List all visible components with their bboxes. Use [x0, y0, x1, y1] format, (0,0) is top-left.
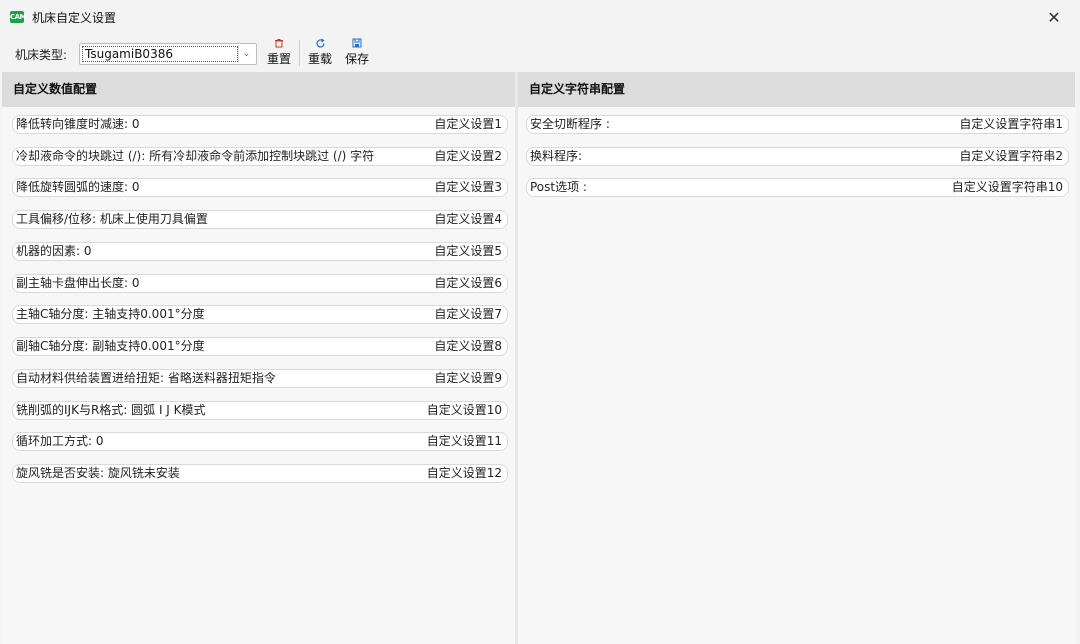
config-row-label: 副主轴卡盘伸出长度: 0: [16, 276, 140, 290]
app-icon: CAM: [10, 11, 27, 23]
machine-type-select[interactable]: TsugamiB0386 ⌄: [79, 43, 257, 65]
config-row[interactable]: 降低转向锥度时减速: 0 自定义设置1: [12, 115, 508, 134]
config-row-label: 旋风铣是否安装: 旋风铣未安装: [16, 466, 180, 480]
numeric-config-panel: 自定义数值配置 降低转向锥度时减速: 0 自定义设置1 冷却液命令的块跳过 (/)…: [2, 72, 515, 644]
config-row-name: 自定义设置12: [426, 466, 502, 480]
config-row[interactable]: 冷却液命令的块跳过 (/): 所有冷却液命令前添加控制块跳过 (/) 字符 自定义…: [12, 147, 508, 166]
config-row-name: 自定义设置11: [426, 434, 502, 448]
config-row-label: 机器的因素: 0: [16, 244, 92, 258]
config-row-label: Post选项 :: [530, 180, 587, 194]
config-row[interactable]: 主轴C轴分度: 主轴支持0.001°分度 自定义设置7: [12, 305, 508, 324]
config-row-name: 自定义设置10: [426, 403, 502, 417]
title-bar: CAM 机床自定义设置 ✕: [0, 0, 1080, 36]
config-row[interactable]: 副轴C轴分度: 副轴支持0.001°分度 自定义设置8: [12, 337, 508, 356]
config-row-label: 循环加工方式: 0: [16, 434, 104, 448]
string-config-panel: 自定义字符串配置 安全切断程序 : 自定义设置字符串1 换料程序: 自定义设置字符串…: [518, 72, 1075, 644]
config-row-label: 降低转向锥度时减速: 0: [16, 117, 140, 131]
toolbar: 机床类型: TsugamiB0386 ⌄ 重置 重载 保存: [0, 36, 1080, 70]
machine-type-value[interactable]: TsugamiB0386: [82, 46, 238, 62]
config-row-name: 自定义设置7: [434, 307, 502, 321]
config-row-name: 自定义设置6: [434, 276, 502, 290]
reset-button[interactable]: 重置: [264, 38, 294, 68]
trash-icon: [264, 38, 294, 51]
refresh-icon: [305, 38, 335, 51]
config-row[interactable]: 副主轴卡盘伸出长度: 0 自定义设置6: [12, 274, 508, 293]
config-row-name: 自定义设置1: [434, 117, 502, 131]
reload-button[interactable]: 重载: [305, 38, 335, 68]
config-row-name: 自定义设置字符串10: [951, 180, 1063, 194]
config-row[interactable]: 铣削弧的IJK与R格式: 圆弧 I J K模式 自定义设置10: [12, 401, 508, 420]
config-row-label: 自动材料供给装置进给扭矩: 省略送料器扭矩指令: [16, 371, 276, 385]
config-row-name: 自定义设置4: [434, 212, 502, 226]
config-row-label: 冷却液命令的块跳过 (/): 所有冷却液命令前添加控制块跳过 (/) 字符: [16, 149, 375, 163]
config-row-label: 降低旋转圆弧的速度: 0: [16, 180, 140, 194]
reset-label: 重置: [266, 52, 291, 66]
config-row[interactable]: 降低旋转圆弧的速度: 0 自定义设置3: [12, 178, 508, 197]
config-row-name: 自定义设置5: [434, 244, 502, 258]
config-row[interactable]: 旋风铣是否安装: 旋风铣未安装 自定义设置12: [12, 464, 508, 483]
config-row-label: 铣削弧的IJK与R格式: 圆弧 I J K模式: [16, 403, 206, 417]
config-row-label: 副轴C轴分度: 副轴支持0.001°分度: [16, 339, 205, 353]
config-row[interactable]: Post选项 : 自定义设置字符串10: [526, 178, 1069, 197]
save-label: 保存: [344, 52, 369, 66]
config-row-label: 换料程序:: [530, 149, 583, 163]
chevron-down-icon[interactable]: ⌄: [238, 45, 254, 63]
config-row-name: 自定义设置字符串1: [959, 117, 1063, 131]
config-row[interactable]: 工具偏移/位移: 机床上使用刀具偏置 自定义设置4: [12, 210, 508, 229]
toolbar-separator: [299, 40, 300, 66]
save-icon: [342, 38, 372, 51]
save-button[interactable]: 保存: [342, 38, 372, 68]
config-row-name: 自定义设置8: [434, 339, 502, 353]
config-row-name: 自定义设置2: [434, 149, 502, 163]
config-row-name: 自定义设置字符串2: [959, 149, 1063, 163]
config-row-name: 自定义设置3: [434, 180, 502, 194]
config-row[interactable]: 安全切断程序 : 自定义设置字符串1: [526, 115, 1069, 134]
config-row[interactable]: 换料程序: 自定义设置字符串2: [526, 147, 1069, 166]
config-row[interactable]: 机器的因素: 0 自定义设置5: [12, 242, 508, 261]
config-row[interactable]: 循环加工方式: 0 自定义设置11: [12, 432, 508, 451]
config-row-name: 自定义设置9: [434, 371, 502, 385]
window-title: 机床自定义设置: [32, 11, 117, 25]
close-button[interactable]: ✕: [1042, 7, 1066, 29]
config-row-label: 工具偏移/位移: 机床上使用刀具偏置: [16, 212, 208, 226]
machine-type-label: 机床类型:: [15, 48, 68, 62]
config-row[interactable]: 自动材料供给装置进给扭矩: 省略送料器扭矩指令 自定义设置9: [12, 369, 508, 388]
reload-label: 重载: [307, 52, 332, 66]
string-config-header: 自定义字符串配置: [518, 72, 1075, 107]
config-row-label: 安全切断程序 :: [530, 117, 610, 131]
config-row-label: 主轴C轴分度: 主轴支持0.001°分度: [16, 307, 205, 321]
numeric-config-header: 自定义数值配置: [2, 72, 515, 107]
